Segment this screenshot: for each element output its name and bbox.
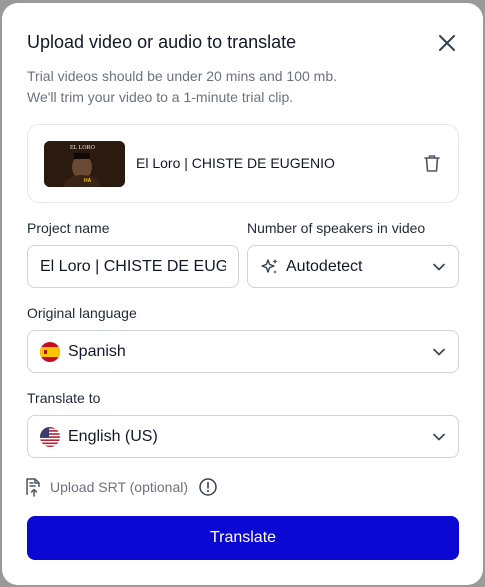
description-line-2: We'll trim your video to a 1-minute tria…: [27, 89, 294, 105]
original-language-value: Spanish: [68, 342, 126, 360]
file-name: El Loro | CHISTE DE EUGENIO: [136, 155, 335, 171]
translate-to-label: Translate to: [27, 390, 101, 406]
original-language-select[interactable]: Spanish: [27, 330, 459, 373]
delete-file-button[interactable]: [421, 152, 443, 174]
upload-modal: Upload video or audio to translate Trial…: [2, 3, 483, 585]
info-icon[interactable]: [198, 477, 218, 497]
close-icon: [439, 35, 455, 51]
translate-to-select[interactable]: English (US): [27, 415, 459, 458]
speakers-value: Autodetect: [286, 257, 363, 275]
translate-to-value: English (US): [68, 427, 158, 445]
modal-title: Upload video or audio to translate: [27, 32, 297, 52]
speakers-select[interactable]: Autodetect: [247, 245, 459, 288]
project-name-input[interactable]: [28, 257, 238, 276]
chevron-down-icon: [432, 345, 446, 359]
thumbnail-title-text: EL LORO: [70, 145, 96, 151]
upload-srt-label: Upload SRT (optional): [50, 479, 189, 495]
video-thumbnail: EL LORO HA: [44, 141, 125, 187]
chevron-down-icon: [432, 260, 446, 274]
translate-button[interactable]: Translate: [27, 516, 459, 560]
thumbnail-caption-text: HA: [84, 178, 92, 184]
spain-flag-icon: [40, 341, 60, 362]
project-name-label: Project name: [27, 220, 110, 236]
speakers-label: Number of speakers in video: [247, 220, 426, 236]
description-line-1: Trial videos should be under 20 mins and…: [27, 68, 337, 84]
chevron-down-icon: [432, 430, 446, 444]
file-upload-icon: [24, 477, 42, 497]
sparkle-icon: [260, 257, 280, 277]
upload-srt-button[interactable]: Upload SRT (optional): [24, 475, 218, 499]
uploaded-file-card: EL LORO HA El Loro | CHISTE DE EUGENIO: [27, 124, 459, 203]
us-flag-icon: [40, 426, 60, 447]
trash-icon: [424, 155, 440, 172]
project-name-field[interactable]: [27, 245, 239, 288]
modal-description: Trial videos should be under 20 mins and…: [27, 66, 337, 108]
close-button[interactable]: [436, 32, 458, 54]
original-language-label: Original language: [27, 305, 137, 321]
